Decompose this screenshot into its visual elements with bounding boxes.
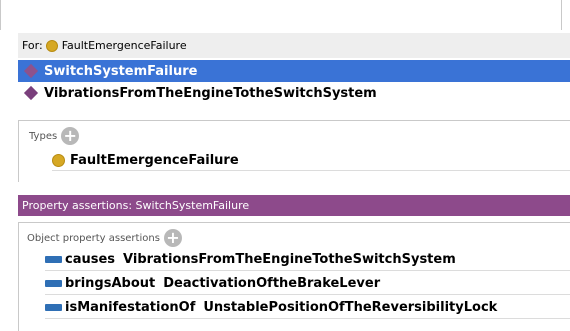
types-section: Types + FaultEmergenceFailure [18, 120, 570, 182]
object-property-row[interactable]: isManifestationOf UnstablePositionOfTheR… [45, 297, 570, 319]
property-value: UnstablePositionOfTheReversibilityLock [203, 300, 498, 315]
empty-top-pane [0, 0, 562, 30]
type-label: FaultEmergenceFailure [70, 152, 239, 168]
object-property-icon [45, 256, 62, 263]
class-circle-icon [45, 39, 58, 52]
object-property-assertions-header: Object property assertions + [27, 229, 182, 247]
object-property-row[interactable]: causes VibrationsFromTheEngineTotheSwitc… [45, 249, 570, 271]
add-icon[interactable]: + [163, 229, 182, 247]
property-name: causes [65, 252, 116, 267]
individual-item-vibrations[interactable]: VibrationsFromTheEngineTotheSwitchSystem [18, 82, 570, 104]
for-label: For: [22, 39, 43, 52]
object-property-row[interactable]: bringsAbout DeactivationOftheBrakeLever [45, 273, 570, 295]
object-property-assertions-section: Object property assertions + causes Vibr… [18, 222, 570, 331]
protege-individual-view: For: FaultEmergenceFailure SwitchSystemF… [0, 0, 570, 331]
individual-diamond-icon [23, 85, 39, 101]
individual-label: SwitchSystemFailure [44, 63, 198, 79]
type-item-faultemergencefailure[interactable]: FaultEmergenceFailure [52, 150, 570, 171]
for-class-name: FaultEmergenceFailure [61, 39, 187, 52]
individuals-for-bar: For: FaultEmergenceFailure [18, 33, 570, 58]
object-property-assertions-label: Object property assertions [27, 232, 160, 244]
property-name: isManifestationOf [65, 300, 196, 315]
types-header: Types + [29, 127, 80, 145]
object-property-icon [45, 304, 62, 311]
individual-label: VibrationsFromTheEngineTotheSwitchSystem [44, 85, 377, 101]
class-circle-icon [52, 153, 65, 167]
property-value: VibrationsFromTheEngineTotheSwitchSystem [123, 252, 456, 267]
individual-item-switchsystemfailure[interactable]: SwitchSystemFailure [18, 60, 570, 82]
property-value: DeactivationOftheBrakeLever [163, 276, 381, 291]
individual-diamond-icon [23, 63, 39, 79]
property-assertions-title: Property assertions: SwitchSystemFailure [22, 199, 250, 212]
add-icon[interactable]: + [61, 127, 80, 145]
property-name: bringsAbout [65, 276, 156, 291]
property-assertions-header: Property assertions: SwitchSystemFailure [18, 195, 570, 216]
object-property-icon [45, 280, 62, 287]
types-header-label: Types [29, 130, 58, 142]
